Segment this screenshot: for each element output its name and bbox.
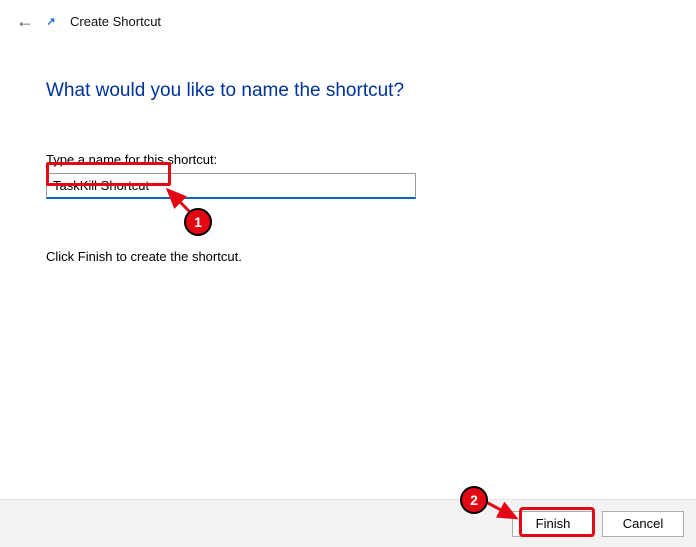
titlebar: ← ↗ Create Shortcut	[0, 0, 696, 36]
finish-button[interactable]: Finish	[512, 511, 594, 537]
shortcut-name-input-wrap	[46, 173, 416, 199]
wizard-footer: Finish Cancel	[0, 499, 696, 547]
shortcut-arrow-icon: ↗	[44, 14, 58, 28]
helper-text: Click Finish to create the shortcut.	[46, 249, 650, 264]
back-arrow-icon[interactable]: ←	[16, 12, 34, 30]
shortcut-name-label: Type a name for this shortcut:	[46, 152, 650, 167]
page-heading: What would you like to name the shortcut…	[46, 80, 650, 102]
window-title: Create Shortcut	[70, 14, 161, 29]
cancel-button[interactable]: Cancel	[602, 511, 684, 537]
wizard-content: What would you like to name the shortcut…	[0, 36, 696, 264]
shortcut-name-input[interactable]	[47, 175, 415, 196]
